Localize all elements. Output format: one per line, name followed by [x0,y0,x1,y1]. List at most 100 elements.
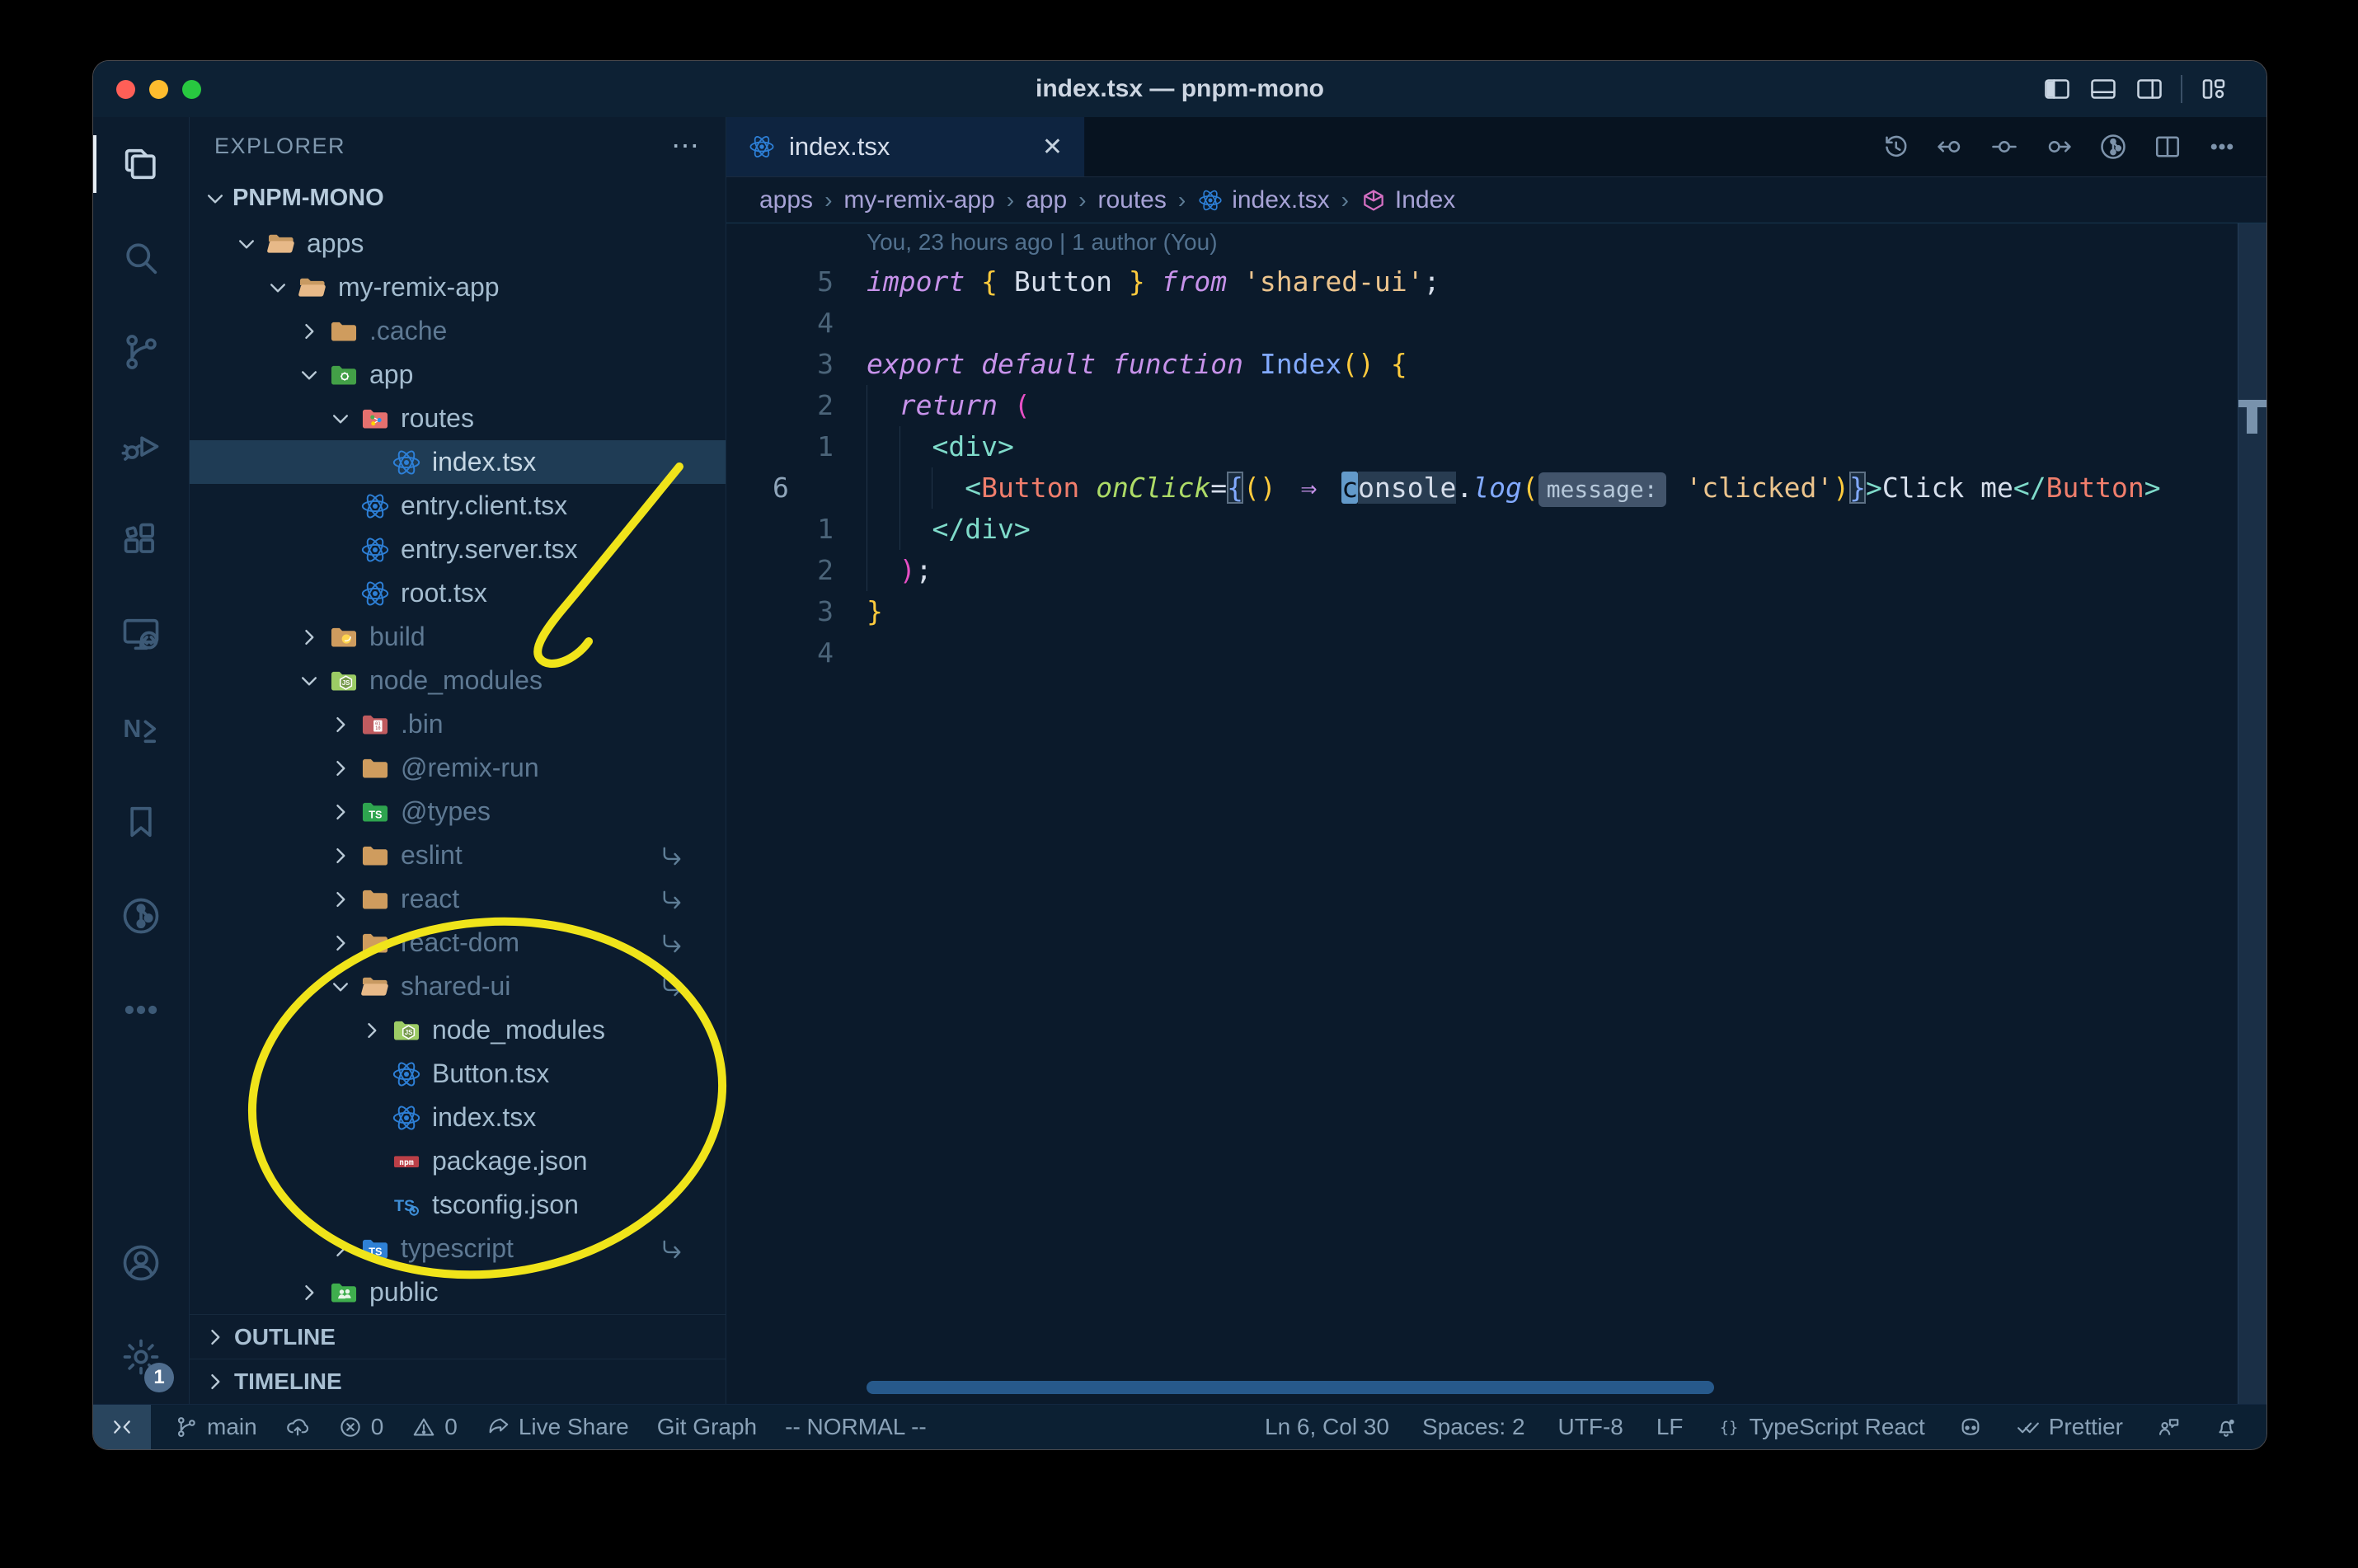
status-item-0[interactable]: 0 [411,1414,458,1440]
code-editor[interactable]: You, 23 hours ago | 1 author (You) 5 impor… [726,223,2266,1404]
tree-item-tsconfig-json[interactable]: TS tsconfig.json [190,1183,726,1227]
split-editor-icon[interactable] [2153,132,2182,162]
tree-item-public[interactable]: public [190,1270,726,1314]
explorer-more-actions-button[interactable]: ⋯ [671,129,701,162]
tree-item-remix-run[interactable]: @remix-run [190,746,726,790]
activitybar-item-git-graph[interactable] [93,869,189,963]
code-line[interactable]: 3 export default function Index() { [726,344,2266,385]
tree-item-types[interactable]: TS @types [190,790,726,833]
horizontal-scrollbar[interactable] [867,1381,1714,1394]
zoom-window-button[interactable] [182,79,201,99]
chevron-down-icon [295,667,323,695]
breadcrumb-item-my-remix-app[interactable]: my-remix-app [843,186,994,214]
panel-bottom-icon[interactable] [2088,74,2118,104]
tree-item-react-dom[interactable]: react-dom [190,921,726,965]
status-item-prettier[interactable]: Prettier [2016,1414,2123,1440]
panel-left-icon[interactable] [2042,74,2072,104]
code-line[interactable]: 2 return ( [726,385,2266,426]
tree-item-node-modules[interactable]: JS node_modules [190,1008,726,1052]
activitybar-item-extensions[interactable] [93,493,189,587]
project-root-row[interactable]: PNPM-MONO [190,175,726,222]
vertical-scrollbar[interactable] [2238,223,2266,1404]
next-change-icon[interactable] [2044,132,2074,162]
tree-item-button-tsx[interactable]: Button.tsx [190,1052,726,1096]
code-line-current[interactable]: 6 <Button onClick={() ⇒ console.log(mess… [726,467,2266,509]
tree-item-root-tsx[interactable]: root.tsx [190,571,726,615]
minimize-window-button[interactable] [149,79,168,99]
tree-item-entry-client-tsx[interactable]: entry.client.tsx [190,484,726,528]
git-graph-icon[interactable] [2098,132,2128,162]
tree-item-shared-ui[interactable]: shared-ui [190,965,726,1008]
sidebar-section-outline[interactable]: OUTLINE [190,1314,726,1359]
tree-item-bin[interactable]: 01 10 .bin [190,702,726,746]
tree-item-typescript[interactable]: TS typescript [190,1227,726,1270]
sidebar-header: EXPLORER ⋯ [190,117,726,175]
tree-item-index-tsx[interactable]: index.tsx [190,440,726,484]
status-item-ln-6-col-30[interactable]: Ln 6, Col 30 [1265,1414,1389,1440]
status-item-git-graph[interactable]: Git Graph [657,1414,757,1440]
prev-change-icon[interactable] [1935,132,1965,162]
tree-item-react[interactable]: react [190,877,726,921]
close-tab-icon[interactable]: ✕ [1042,133,1063,162]
tree-item-build[interactable]: build [190,615,726,659]
layout-icon[interactable] [2199,74,2229,104]
history-icon[interactable] [1881,132,1910,162]
tree-item-app[interactable]: app [190,353,726,397]
breadcrumb-item-apps[interactable]: apps [759,186,813,214]
remote-indicator[interactable] [93,1405,151,1449]
status-item-utf-8[interactable]: UTF-8 [1558,1414,1623,1440]
status-item-spaces-2[interactable]: Spaces: 2 [1422,1414,1525,1440]
status-item-0[interactable]: 0 [338,1414,383,1440]
tree-item-apps[interactable]: apps [190,222,726,265]
panel-right-icon[interactable] [2135,74,2164,104]
change-icon[interactable] [1989,132,2019,162]
code-line[interactable]: 5 import { Button } from 'shared-ui'; [726,261,2266,303]
tree-item-label: apps [307,228,364,258]
status-item-normal[interactable]: -- NORMAL -- [785,1414,927,1440]
line-content: export default function Index() { [867,348,1407,380]
code-line[interactable]: 4 [726,632,2266,674]
breadcrumb-item-index[interactable]: Index [1360,186,1455,214]
react-icon [391,447,422,478]
tree-item-node-modules[interactable]: JS node_modules [190,659,726,702]
code-line[interactable]: 3} [726,591,2266,632]
tree-item-eslint[interactable]: eslint [190,833,726,877]
activitybar-item-remote-explorer[interactable] [93,587,189,681]
activitybar-item-more-views[interactable] [93,963,189,1057]
breadcrumb-item-routes[interactable]: routes [1097,186,1166,214]
activitybar-item-accounts[interactable] [93,1216,189,1310]
status-item-lf[interactable]: LF [1656,1414,1684,1440]
code-line[interactable]: 1 <div> [726,426,2266,467]
tree-item-package-json[interactable]: npm package.json [190,1139,726,1183]
tree-item-my-remix-app[interactable]: my-remix-app [190,265,726,309]
tree-item-entry-server-tsx[interactable]: entry.server.tsx [190,528,726,571]
code-line[interactable]: 1 </div> [726,509,2266,550]
tab-index-tsx[interactable]: index.tsx ✕ [726,117,1085,176]
status-item-cloud-upload-icon[interactable] [285,1415,310,1439]
breadcrumb-item-index-tsx[interactable]: index.tsx [1197,186,1330,214]
activitybar-item-nx-console[interactable]: N [93,681,189,775]
activitybar-item-run-debug[interactable] [93,399,189,493]
activitybar-item-bookmarks[interactable] [93,775,189,869]
activitybar-item-explorer[interactable] [93,117,189,211]
sidebar-section-timeline[interactable]: TIMELINE [190,1359,726,1403]
code-line[interactable]: 2 ); [726,550,2266,591]
status-item-feedback-icon[interactable] [2156,1415,2181,1439]
ellipsis-icon[interactable] [2207,132,2237,162]
activitybar-item-settings[interactable]: 1 [93,1310,189,1404]
tree-item-cache[interactable]: .cache [190,309,726,353]
status-item-bell-dot-icon[interactable] [2214,1415,2238,1439]
status-item-copilot-icon[interactable] [1958,1415,1983,1439]
status-item-main[interactable]: main [174,1414,257,1440]
code-line[interactable]: 4 [726,303,2266,344]
svg-text:10: 10 [375,726,380,731]
breadcrumb-item-app[interactable]: app [1026,186,1067,214]
symlink-icon [658,929,686,957]
status-item-live-share[interactable]: Live Share [486,1414,629,1440]
activitybar-item-source-control[interactable] [93,305,189,399]
status-item-typescript-react[interactable]: {} TypeScript React [1717,1414,1924,1440]
tree-item-index-tsx[interactable]: index.tsx [190,1096,726,1139]
close-window-button[interactable] [116,79,135,99]
activitybar-item-search[interactable] [93,211,189,305]
tree-item-routes[interactable]: routes [190,397,726,440]
